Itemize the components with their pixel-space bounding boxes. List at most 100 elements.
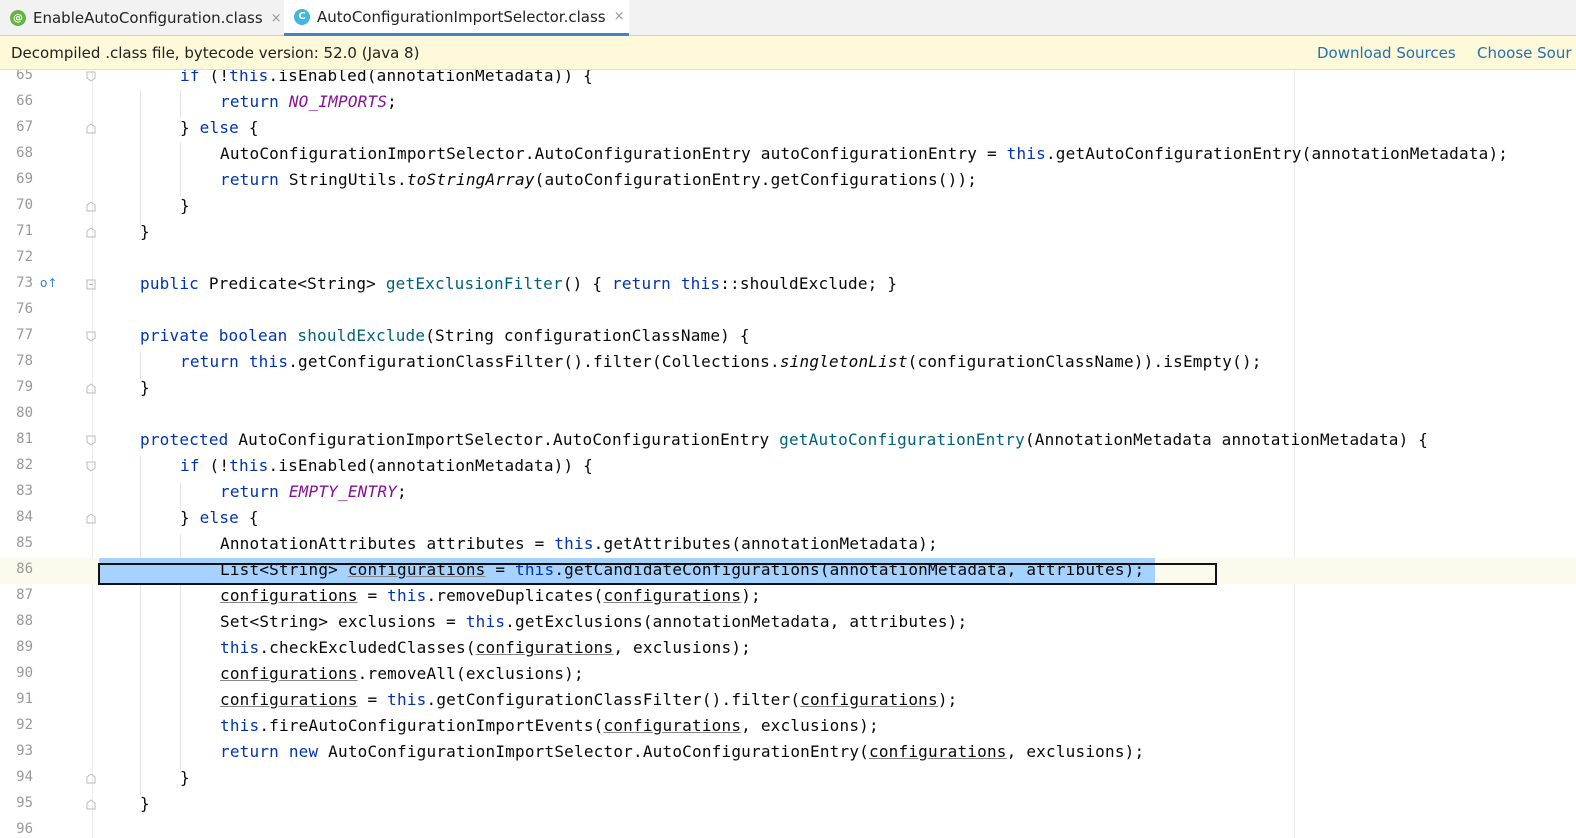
download-sources-link[interactable]: Download Sources <box>1317 44 1456 62</box>
line-number: 92 <box>16 717 33 733</box>
code-line: 84 } else { <box>0 506 1576 532</box>
fold-icon[interactable] <box>86 201 96 212</box>
code-line: 72 <box>0 246 1576 272</box>
code-line: 81 protected AutoConfigurationImportSele… <box>0 428 1576 454</box>
code-text: } <box>140 378 150 397</box>
line-number: 78 <box>16 353 33 369</box>
fold-icon[interactable] <box>86 279 96 290</box>
line-number: 76 <box>16 301 33 317</box>
code-line-current: 86 List<String> configurations = this.ge… <box>0 558 1576 585</box>
fold-icon[interactable] <box>86 799 96 810</box>
code-text: configurations = this.removeDuplicates(c… <box>220 586 761 605</box>
code-line: 77 private boolean shouldExclude(String … <box>0 324 1576 350</box>
code-line: 66 return NO_IMPORTS; <box>0 90 1576 116</box>
line-number: 95 <box>16 795 33 811</box>
fold-icon[interactable] <box>86 513 96 524</box>
line-number: 86 <box>16 561 33 577</box>
line-number: 73 <box>16 275 33 291</box>
editor-tab-bar: @ EnableAutoConfiguration.class × C Auto… <box>0 0 1576 36</box>
line-number: 65 <box>16 70 33 83</box>
code-line: 87 configurations = this.removeDuplicate… <box>0 584 1576 610</box>
tab-label: EnableAutoConfiguration.class <box>33 9 263 27</box>
code-line: 73 o↑ public Predicate<String> getExclus… <box>0 272 1576 298</box>
code-line: 88 Set<String> exclusions = this.getExcl… <box>0 610 1576 636</box>
code-editor[interactable]: 65 if (!this.isEnabled(annotationMetadat… <box>0 70 1576 838</box>
line-number: 71 <box>16 223 33 239</box>
line-number: 77 <box>16 327 33 343</box>
code-text: return StringUtils.toStringArray(autoCon… <box>220 170 978 189</box>
line-number: 70 <box>16 197 33 213</box>
line-number: 81 <box>16 431 33 447</box>
code-text: } else { <box>180 508 259 527</box>
code-text: return EMPTY_ENTRY; <box>220 482 407 501</box>
code-text: this.checkExcludedClasses(configurations… <box>220 638 752 657</box>
code-line: 80 <box>0 402 1576 428</box>
fold-icon[interactable] <box>86 331 96 342</box>
code-text: if (!this.isEnabled(annotationMetadata))… <box>180 456 593 475</box>
code-line: 90 configurations.removeAll(exclusions); <box>0 662 1576 688</box>
code-text: configurations.removeAll(exclusions); <box>220 664 584 683</box>
code-line: 68 AutoConfigurationImportSelector.AutoC… <box>0 142 1576 168</box>
fold-icon[interactable] <box>86 461 96 472</box>
code-line: 70 } <box>0 194 1576 220</box>
code-line: 91 configurations = this.getConfiguratio… <box>0 688 1576 714</box>
code-line: 69 return StringUtils.toStringArray(auto… <box>0 168 1576 194</box>
line-number: 94 <box>16 769 33 785</box>
code-text: AnnotationAttributes attributes = this.g… <box>220 534 938 553</box>
line-number: 80 <box>16 405 33 421</box>
override-marker-icon[interactable]: o↑ <box>40 276 57 290</box>
annotation-icon: @ <box>10 10 26 26</box>
line-number: 93 <box>16 743 33 759</box>
line-number: 91 <box>16 691 33 707</box>
code-text: } <box>140 794 150 813</box>
close-icon[interactable]: × <box>614 9 625 24</box>
line-number: 90 <box>16 665 33 681</box>
fold-icon[interactable] <box>86 435 96 446</box>
code-line: 95 } <box>0 792 1576 818</box>
close-icon[interactable]: × <box>271 11 282 26</box>
tab-auto-configuration-import-selector[interactable]: C AutoConfigurationImportSelector.class … <box>284 0 629 36</box>
code-line: 83 return EMPTY_ENTRY; <box>0 480 1576 506</box>
code-line: 71 } <box>0 220 1576 246</box>
fold-icon[interactable] <box>86 383 96 394</box>
code-text: this.fireAutoConfigurationImportEvents(c… <box>220 716 879 735</box>
code-line: 79 } <box>0 376 1576 402</box>
decompiled-notice: Decompiled .class file, bytecode version… <box>11 44 420 62</box>
fold-icon[interactable] <box>86 227 96 238</box>
code-text: return new AutoConfigurationImportSelect… <box>220 742 1145 761</box>
code-text: } <box>180 768 190 787</box>
class-icon: C <box>294 8 310 25</box>
code-line: 89 this.checkExcludedClasses(configurati… <box>0 636 1576 662</box>
line-number: 69 <box>16 171 33 187</box>
code-text: private boolean shouldExclude(String con… <box>140 326 750 345</box>
line-number: 84 <box>16 509 33 525</box>
code-line: 82 if (!this.isEnabled(annotationMetadat… <box>0 454 1576 480</box>
line-number: 88 <box>16 613 33 629</box>
code-line: 76 <box>0 298 1576 324</box>
code-line: 85 AnnotationAttributes attributes = thi… <box>0 532 1576 558</box>
code-line: 93 return new AutoConfigurationImportSel… <box>0 740 1576 766</box>
line-number: 85 <box>16 535 33 551</box>
line-number: 87 <box>16 587 33 603</box>
decompiled-banner: Decompiled .class file, bytecode version… <box>0 36 1576 70</box>
code-line: 67 } else { <box>0 116 1576 142</box>
line-number: 68 <box>16 145 33 161</box>
line-number: 66 <box>16 93 33 109</box>
tab-enable-auto-configuration[interactable]: @ EnableAutoConfiguration.class × <box>10 0 282 36</box>
line-number: 96 <box>16 821 33 837</box>
fold-icon[interactable] <box>86 123 96 134</box>
code-text: return NO_IMPORTS; <box>220 92 398 111</box>
line-number: 67 <box>16 119 33 135</box>
code-text: Set<String> exclusions = this.getExclusi… <box>220 612 968 631</box>
choose-sources-link[interactable]: Choose Sour <box>1477 44 1572 62</box>
line-number: 83 <box>16 483 33 499</box>
fold-icon[interactable] <box>86 773 96 784</box>
code-text: } else { <box>180 118 259 137</box>
code-text: AutoConfigurationImportSelector.AutoConf… <box>220 144 1509 163</box>
code-text: if (!this.isEnabled(annotationMetadata))… <box>180 70 593 85</box>
code-line: 78 return this.getConfigurationClassFilt… <box>0 350 1576 376</box>
tab-label: AutoConfigurationImportSelector.class <box>317 7 606 26</box>
code-text: public Predicate<String> getExclusionFil… <box>140 274 898 293</box>
code-text: configurations = this.getConfigurationCl… <box>220 690 958 709</box>
fold-icon[interactable] <box>86 71 96 82</box>
